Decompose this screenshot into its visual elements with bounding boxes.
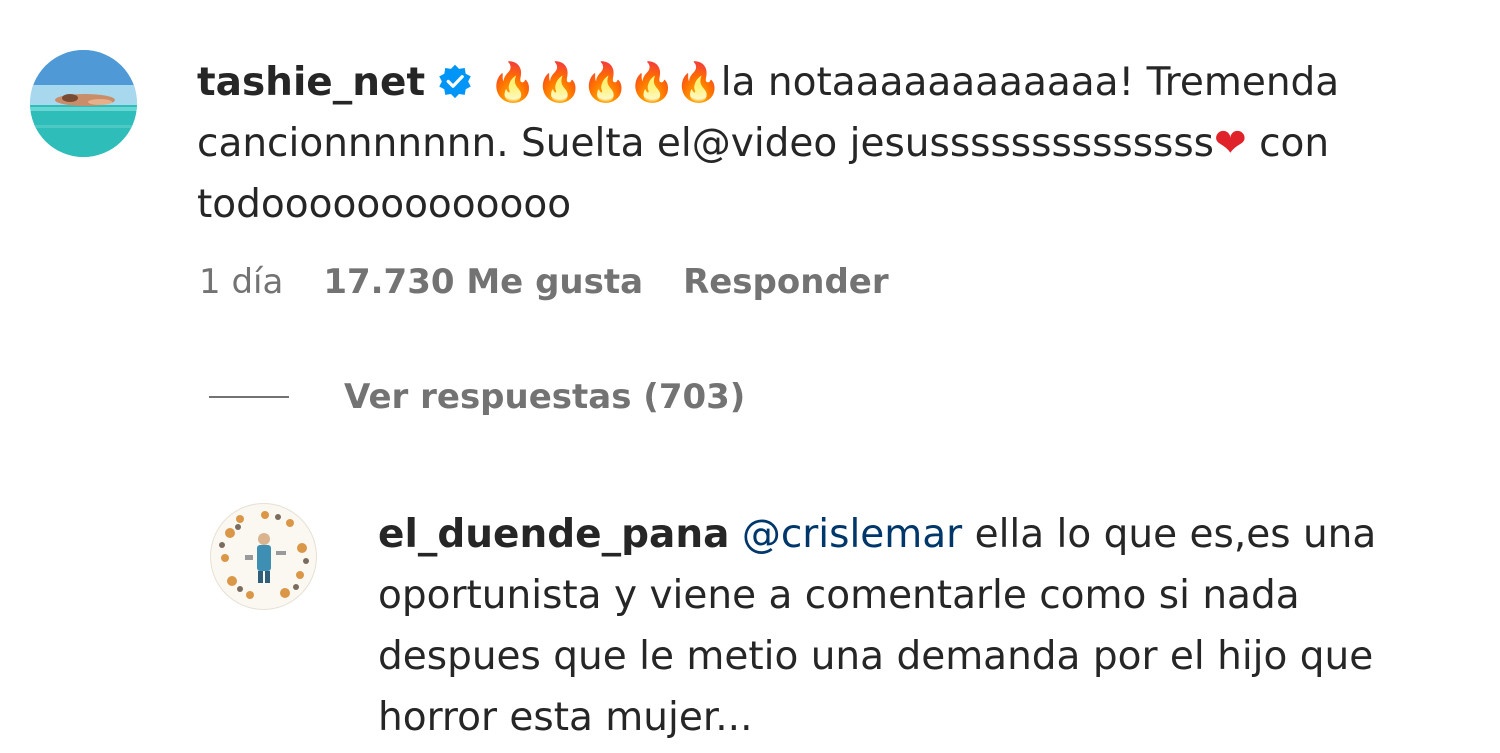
mention-link[interactable]: @crislemar	[742, 512, 962, 557]
avatar[interactable]	[30, 50, 137, 157]
view-replies-label[interactable]: Ver respuestas (703)	[344, 377, 745, 417]
comment-meta: 1 día 17.730 Me gusta Responder	[199, 262, 889, 302]
fire-emoji-icon: 🔥	[674, 60, 721, 104]
heart-emoji-icon: ❤	[1214, 121, 1247, 166]
fire-emoji-icon: 🔥	[489, 60, 536, 104]
divider-line	[209, 396, 289, 398]
fire-emoji-icon: 🔥	[628, 60, 675, 104]
fire-emoji-icon: 🔥	[581, 60, 629, 104]
likes-count[interactable]: 17.730 Me gusta	[323, 262, 643, 302]
reply-button[interactable]: Responder	[683, 262, 889, 302]
comment-text: tashie_net 🔥🔥🔥🔥🔥la notaaaaaaaaaaaa! Trem…	[197, 52, 1437, 235]
reply-avatar[interactable]	[210, 503, 317, 610]
fire-emoji-icon: 🔥	[535, 60, 582, 104]
reply-username[interactable]: el_duende_pana	[378, 512, 729, 557]
view-replies-button[interactable]: Ver respuestas (703)	[209, 377, 745, 417]
comments-section: tashie_net 🔥🔥🔥🔥🔥la notaaaaaaaaaaaa! Trem…	[0, 0, 1500, 753]
comment-username[interactable]: tashie_net	[197, 60, 425, 105]
comment-time[interactable]: 1 día	[199, 262, 283, 302]
verified-badge-icon	[437, 63, 473, 99]
fire-emojis: 🔥🔥🔥🔥🔥	[489, 60, 722, 105]
reply-text: el_duende_pana @crislemar ella lo que es…	[378, 504, 1468, 748]
